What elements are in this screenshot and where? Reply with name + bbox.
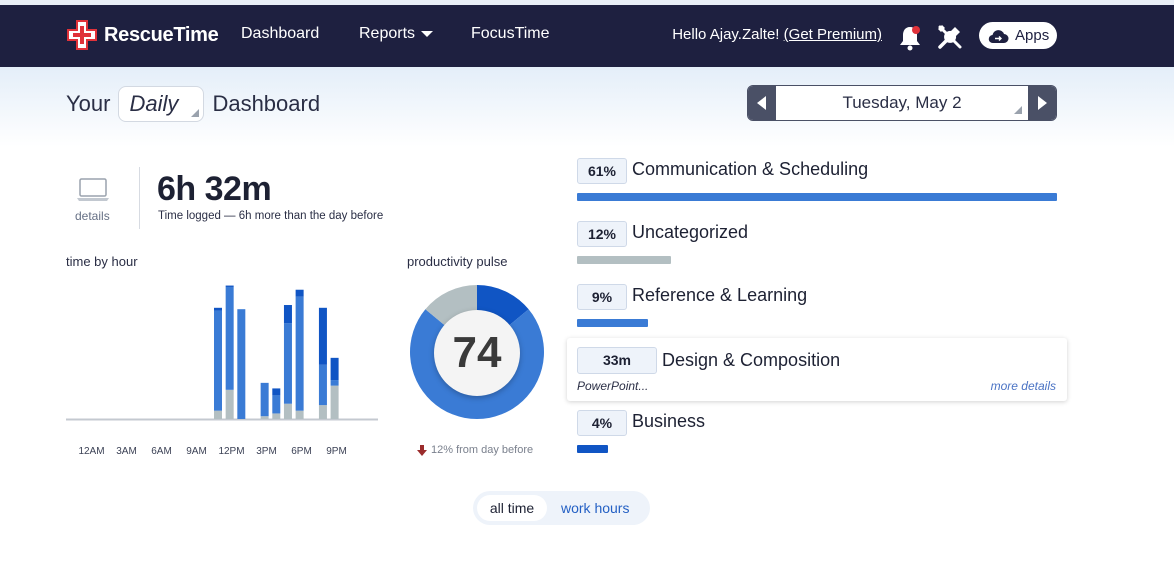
category-percent: 4% (577, 410, 627, 436)
category-name[interactable]: Business (632, 411, 705, 432)
hour-tick-label: 9PM (326, 446, 347, 457)
hour-bar-segment[interactable] (214, 310, 222, 411)
arrow-down-icon (417, 444, 427, 456)
pulse-score: 74 (434, 310, 520, 396)
hour-tick-label: 6PM (291, 446, 312, 457)
rescuetime-logo[interactable]: RescueTime (66, 19, 219, 51)
caret-down-icon (421, 30, 434, 37)
pulse-change: 12% from day before (417, 444, 533, 456)
period-select-value: Daily (129, 91, 179, 116)
hour-bar-segment[interactable] (214, 410, 222, 419)
bell-icon[interactable] (897, 23, 923, 51)
hour-bar-segment[interactable] (214, 307, 222, 311)
hour-bar-segment[interactable] (318, 405, 327, 419)
hour-tick-label: 3AM (116, 446, 137, 457)
get-premium-link[interactable]: (Get Premium) (784, 26, 882, 43)
hour-bar-segment[interactable] (295, 296, 304, 411)
hour-tick-label: 6AM (151, 446, 172, 457)
period-select[interactable]: Daily (118, 86, 205, 122)
category-percent: 61% (577, 158, 627, 184)
hour-bar-segment[interactable] (330, 385, 339, 419)
page-title: Your Daily Dashboard (66, 86, 320, 122)
category-bar (577, 445, 609, 453)
arrow-left-icon (757, 96, 766, 110)
hour-bar-segment[interactable] (272, 413, 281, 419)
hour-bar-segment[interactable] (283, 403, 292, 419)
tools-icon[interactable] (936, 23, 964, 51)
title-dashboard: Dashboard (212, 91, 321, 116)
category-name[interactable]: Communication & Scheduling (632, 159, 868, 180)
all-time-option[interactable]: all time (477, 495, 547, 521)
total-time: 6h 32m (157, 170, 272, 208)
hour-bar-segment[interactable] (283, 323, 292, 404)
category-percent: 9% (577, 284, 627, 310)
hour-tick-label: 3PM (256, 446, 277, 457)
hour-bar-segment[interactable] (295, 289, 304, 297)
hour-tick-label: 12PM (218, 446, 245, 457)
prev-day-button[interactable] (748, 86, 776, 120)
hour-bar-segment[interactable] (272, 395, 281, 414)
date-label: Tuesday, May 2 (842, 93, 962, 112)
title-your: Your (66, 91, 111, 116)
time-range-toggle: all time work hours (473, 491, 650, 525)
date-picker[interactable]: Tuesday, May 2 (776, 86, 1028, 120)
time-by-hour-label: time by hour (66, 254, 138, 269)
hour-bar-segment[interactable] (225, 389, 234, 419)
category-top-app: PowerPoint... (577, 379, 649, 393)
hour-bar-segment[interactable] (237, 309, 246, 419)
work-hours-option[interactable]: work hours (561, 500, 629, 516)
time-by-hour-chart (66, 285, 378, 421)
hour-bar-segment[interactable] (318, 364, 327, 406)
hour-bar-segment[interactable] (225, 286, 234, 390)
next-day-button[interactable] (1028, 86, 1056, 120)
category-bar (577, 319, 648, 327)
laptop-icon[interactable] (76, 178, 110, 202)
navbar: RescueTime Dashboard Reports FocusTime H… (0, 5, 1174, 67)
category-name[interactable]: Design & Composition (662, 350, 840, 371)
hour-bar-segment[interactable] (225, 285, 234, 287)
more-details-link[interactable]: more details (991, 379, 1056, 393)
date-corner-icon (1014, 106, 1022, 114)
category-name[interactable]: Reference & Learning (632, 285, 807, 306)
category-percent: 12% (577, 221, 627, 247)
hour-bar-segment[interactable] (283, 305, 292, 324)
hour-bar-segment[interactable] (260, 416, 269, 419)
greeting: Hello Ajay.Zalte! (Get Premium) (672, 26, 882, 43)
greeting-text: Hello Ajay.Zalte! (672, 26, 784, 43)
nav-reports[interactable]: Reports (359, 25, 434, 43)
productivity-pulse-label: productivity pulse (407, 254, 508, 269)
nav-reports-label: Reports (359, 25, 416, 42)
apps-button[interactable]: Apps (979, 22, 1057, 49)
hour-tick-label: 12AM (78, 446, 105, 457)
details-link[interactable]: details (75, 209, 110, 223)
time-logged-subtitle: Time logged — 6h more than the day befor… (158, 210, 384, 222)
hour-bar-segment[interactable] (318, 307, 327, 365)
category-name[interactable]: Uncategorized (632, 222, 748, 243)
hour-bar-segment[interactable] (260, 382, 269, 417)
category-detail-card[interactable]: 33m Design & Composition PowerPoint... m… (567, 338, 1067, 401)
category-duration: 33m (577, 347, 657, 374)
date-navigator: Tuesday, May 2 (747, 85, 1057, 121)
apps-label: Apps (1015, 27, 1050, 44)
hour-tick-label: 9AM (186, 446, 207, 457)
cloud-icon (988, 29, 1009, 43)
logo-text: RescueTime (104, 23, 219, 46)
hour-bar-segment[interactable] (272, 388, 281, 396)
category-bar (577, 193, 1057, 201)
nav-focustime[interactable]: FocusTime (471, 25, 550, 43)
select-corner-icon (191, 109, 200, 117)
hour-bar-segment[interactable] (295, 410, 304, 419)
hour-bar-segment[interactable] (330, 357, 339, 381)
category-bar (577, 256, 672, 264)
arrow-right-icon (1038, 96, 1047, 110)
cross-logo-icon (67, 20, 97, 50)
hour-bar-segment[interactable] (330, 380, 339, 386)
divider (139, 167, 140, 229)
pulse-change-text: 12% from day before (431, 444, 534, 456)
nav-dashboard[interactable]: Dashboard (241, 25, 319, 43)
